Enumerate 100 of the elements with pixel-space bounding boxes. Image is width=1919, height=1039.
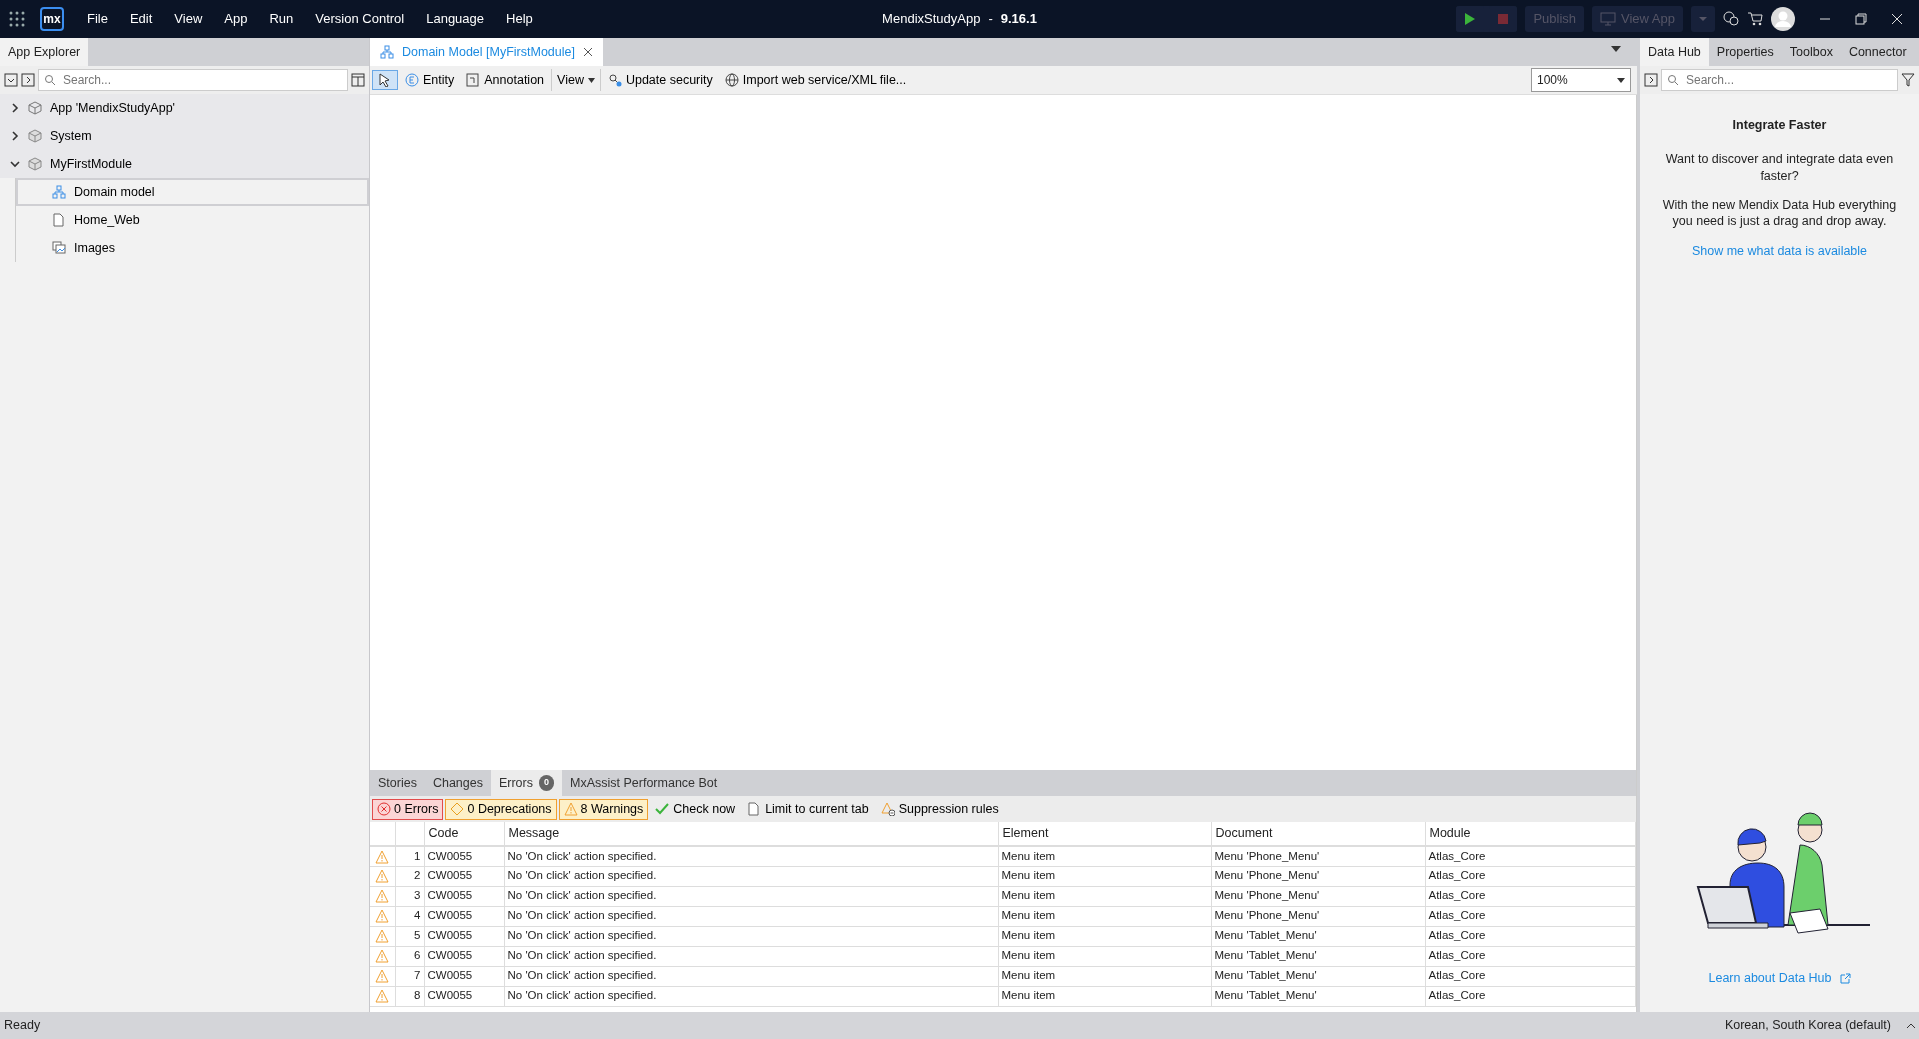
menu-item[interactable]: App (215, 7, 257, 31)
app-name: MendixStudyApp (882, 10, 981, 29)
restore-icon[interactable] (1855, 13, 1867, 25)
menu-item[interactable]: File (78, 7, 117, 31)
expand-panel-icon[interactable] (1644, 73, 1658, 87)
table-cell: Atlas_Core (1425, 886, 1636, 906)
table-cell: CW0055 (424, 866, 504, 886)
play-icon (1464, 12, 1477, 26)
menu-item[interactable]: Help (497, 7, 542, 31)
filter-toggle[interactable]: 0 Errors (372, 798, 444, 820)
table-cell: CW0055 (424, 926, 504, 946)
table-cell: No 'On click' action specified. (504, 926, 998, 946)
column-header[interactable]: Code (424, 822, 504, 846)
cursor-icon (378, 73, 392, 87)
collapse-all-icon[interactable] (4, 73, 18, 87)
diagram-icon (52, 185, 66, 199)
page-icon (747, 802, 762, 816)
column-header[interactable]: Message (504, 822, 998, 846)
menu-item[interactable]: View (165, 7, 212, 31)
panel-tab[interactable]: Errors 0 (490, 770, 562, 796)
panel-tab[interactable]: MxAssist Performance Bot (562, 770, 726, 796)
table-cell: Menu 'Tablet_Menu' (1211, 926, 1425, 946)
chat-icon[interactable] (1723, 11, 1739, 27)
separator-text: - (988, 10, 993, 29)
tab-label: Domain Model [MyFirstModule] (402, 43, 575, 61)
table-cell: Atlas_Core (1425, 866, 1636, 886)
module-icon (28, 157, 42, 171)
panel-tab[interactable]: App Explorer (0, 38, 89, 66)
tree-item[interactable]: App 'MendixStudyApp' (0, 94, 369, 122)
tree-item[interactable]: System (0, 122, 369, 150)
layout-icon[interactable] (351, 73, 365, 87)
close-icon[interactable] (582, 47, 593, 57)
stop-icon (1497, 13, 1510, 25)
panel-tab[interactable]: Connector (1840, 38, 1915, 66)
caret-icon[interactable] (1611, 45, 1621, 52)
table-cell: Menu item (998, 926, 1211, 946)
table-cell: Menu 'Phone_Menu' (1211, 906, 1425, 926)
toolbar-button[interactable]: Update security (602, 68, 718, 92)
row-number: 4 (395, 906, 424, 926)
filter-toggle[interactable]: 8 Warnings (558, 798, 649, 820)
table-cell: Menu item (998, 986, 1211, 1006)
search-field[interactable]: Search... (1661, 69, 1898, 91)
caret-icon (1617, 77, 1625, 83)
avatar-icon[interactable] (1771, 7, 1795, 31)
page-icon (52, 213, 66, 227)
column-header[interactable]: Element (998, 822, 1211, 846)
panel-tab[interactable]: Stories (370, 770, 425, 796)
menu-item[interactable]: Run (260, 7, 303, 31)
filter-toggle[interactable]: 0 Deprecations (445, 798, 557, 820)
toolbar-button[interactable]: Suppression rules (875, 797, 1004, 821)
warning-icon (375, 989, 390, 1004)
warning-icon (880, 802, 895, 816)
toolbar-button[interactable]: Limit to current tab (742, 797, 874, 821)
key-icon (607, 73, 622, 87)
toolbar-button[interactable]: Entity (400, 68, 460, 92)
version-text: 9.16.1 (1000, 10, 1037, 29)
annotation-icon (466, 73, 481, 87)
panel-tab[interactable]: Toolbox (1781, 38, 1841, 66)
warning-icon (375, 929, 390, 944)
caret-icon (1699, 16, 1707, 22)
table-cell: No 'On click' action specified. (504, 866, 998, 886)
panel-tab[interactable]: Data Hub (1640, 38, 1709, 66)
select-tool-button[interactable] (372, 70, 398, 90)
row-number: 2 (395, 866, 424, 886)
table-cell: Menu 'Phone_Menu' (1211, 886, 1425, 906)
search-field[interactable]: Search... (38, 69, 348, 91)
error-icon (377, 802, 391, 816)
zoom-dropdown[interactable]: 100% (1531, 68, 1631, 92)
expand-panel-icon[interactable] (21, 73, 35, 87)
caret-icon[interactable] (1907, 1023, 1915, 1028)
table-cell: Menu 'Tablet_Menu' (1211, 946, 1425, 966)
row-number: 7 (395, 966, 424, 986)
table-cell: CW0055 (424, 906, 504, 926)
toolbar-button[interactable]: View (551, 68, 601, 92)
table-cell: Menu item (998, 846, 1211, 866)
column-header[interactable]: Module (1425, 822, 1636, 846)
warning-icon (563, 802, 578, 816)
menu-item[interactable]: Language (417, 7, 494, 31)
locale-text: Korean, South Korea (default) (1724, 1017, 1891, 1035)
table-cell: Menu 'Tablet_Menu' (1211, 966, 1425, 986)
panel-tab[interactable]: Properties (1708, 38, 1782, 66)
table-cell: Atlas_Core (1425, 966, 1636, 986)
app-grid-icon[interactable] (8, 10, 26, 28)
menu-item[interactable]: Version Control (306, 7, 414, 31)
table-cell: No 'On click' action specified. (504, 946, 998, 966)
panel-tab[interactable]: Changes (424, 770, 491, 796)
filter-icon[interactable] (1901, 73, 1915, 87)
external-link-icon (1839, 973, 1851, 985)
toolbar-button[interactable]: Check now (650, 797, 741, 821)
toolbar-button[interactable]: Import web service/XML file... (719, 68, 912, 92)
diagram-icon (380, 45, 394, 59)
toolbar-button[interactable]: Annotation (461, 68, 550, 92)
editor-tab[interactable]: Domain Model [MyFirstModule] (370, 38, 603, 66)
tree-item[interactable]: MyFirstModule (0, 150, 369, 178)
column-header[interactable]: Document (1211, 822, 1425, 846)
warning-icon (375, 849, 390, 864)
cart-icon[interactable] (1747, 11, 1763, 27)
tree-item[interactable]: Domain model (16, 178, 369, 206)
row-number: 6 (395, 946, 424, 966)
menu-item[interactable]: Edit (120, 7, 162, 31)
